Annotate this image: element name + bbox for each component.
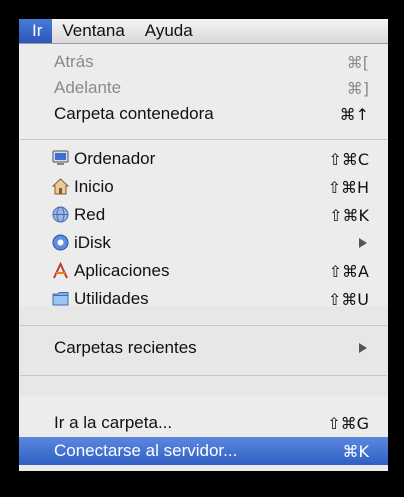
menu-item-ordenador[interactable]: Ordenador ⇧⌘C [19,145,388,173]
menubar-item-ventana[interactable]: Ventana [52,19,134,43]
menu-item-shortcut: ⇧⌘G [327,413,369,433]
applications-icon [52,262,69,279]
menu-item-shortcut: ⇧⌘H [327,177,369,197]
menu-item-red[interactable]: Red ⇧⌘K [19,201,388,229]
menu-item-label: Inicio [74,177,114,196]
menu-item-shortcut: ⇧⌘A [328,261,369,281]
menu-item-label: Adelante [54,78,122,97]
menu-item-shortcut: ⌘] [346,78,369,98]
menu-item-label: Carpeta contenedora [54,104,214,123]
menu-item-shortcut: ⌘[ [346,52,369,72]
menu-item-shortcut: ⌘↑ [339,104,369,124]
menu-separator [20,325,387,326]
menubar-item-ir[interactable]: Ir [19,19,53,43]
submenu-arrow-icon [359,238,367,248]
menu-item-label: iDisk [74,233,111,252]
menubar-item-ayuda[interactable]: Ayuda [135,19,203,43]
menu-item-carpeta-contenedora[interactable]: Carpeta contenedora ⌘↑ [19,100,388,128]
menu-item-label: Aplicaciones [74,261,170,280]
utilities-folder-icon [52,290,69,307]
menu-item-idisk[interactable]: iDisk [19,229,388,257]
menu-item-shortcut: ⇧⌘U [327,289,369,309]
menu-item-ir-a-la-carpeta[interactable]: Ir a la carpeta... ⇧⌘G [19,409,388,437]
menu-item-label: Ir a la carpeta... [54,413,173,432]
go-menu-dropdown: Atrás ⌘[ Adelante ⌘] Carpeta contenedora… [19,44,388,471]
menu-item-label: Ordenador [74,149,156,168]
menu-item-shortcut: ⇧⌘C [328,149,369,169]
menu-item-shortcut: ⇧⌘K [329,205,369,225]
menu-item-shortcut: ⌘K [342,441,370,461]
menu-item-label: Atrás [54,52,94,71]
menu-item-conectarse-al-servidor[interactable]: Conectarse al servidor... ⌘K [19,437,388,465]
menu-item-label: Conectarse al servidor... [54,441,238,460]
menu-item-utilidades[interactable]: Utilidades ⇧⌘U [19,285,388,313]
menu-separator [20,139,387,140]
menu-item-atras: Atrás ⌘[ [19,48,388,76]
menu-item-aplicaciones[interactable]: Aplicaciones ⇧⌘A [19,257,388,285]
menu-separator [20,375,387,376]
menu-item-label: Carpetas recientes [54,338,197,357]
menu-item-adelante: Adelante ⌘] [19,74,388,102]
home-icon [52,178,69,195]
menu-item-carpetas-recientes[interactable]: Carpetas recientes [19,334,388,362]
screenshot-frame: Ir Ventana Ayuda Atrás ⌘[ Adelante ⌘] Ca… [0,0,404,497]
submenu-arrow-icon [359,343,367,353]
menu-item-label: Utilidades [74,289,149,308]
menu-bar: Ir Ventana Ayuda [19,19,388,44]
idisk-icon [52,234,69,251]
network-icon [52,206,69,223]
menu-item-inicio[interactable]: Inicio ⇧⌘H [19,173,388,201]
computer-icon [52,150,69,167]
menu-item-label: Red [74,205,106,224]
